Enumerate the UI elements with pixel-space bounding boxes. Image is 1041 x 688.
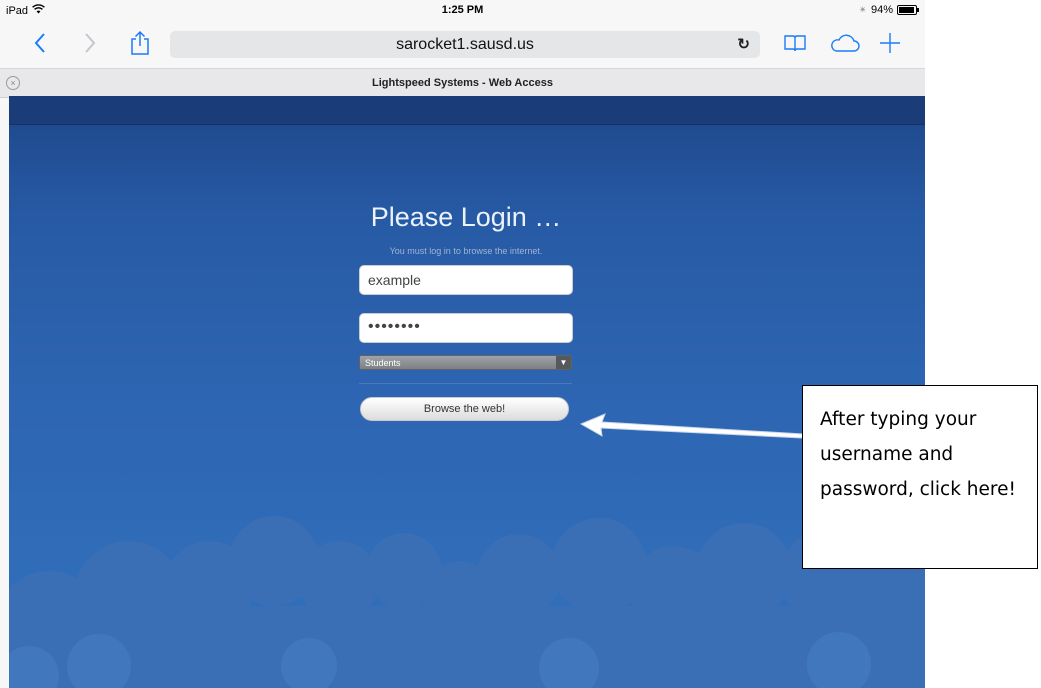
new-tab-icon <box>880 33 900 53</box>
back-icon <box>34 33 45 53</box>
url-text: sarocket1.sausd.us <box>396 36 534 53</box>
new-tab-button[interactable] <box>874 28 906 58</box>
browse-web-button[interactable]: Browse the web! <box>360 397 569 421</box>
dropdown-arrow-icon: ▼ <box>556 356 571 369</box>
form-divider <box>359 383 572 384</box>
login-form: Please Login … You must log in to browse… <box>358 200 574 421</box>
group-select-value: Students <box>365 358 401 368</box>
address-bar[interactable]: sarocket1.sausd.us ↻ <box>170 31 760 58</box>
bookmarks-button[interactable] <box>779 28 811 58</box>
forward-icon <box>85 33 96 53</box>
password-input[interactable]: •••••••• <box>359 313 573 343</box>
icloud-tabs-button[interactable] <box>827 28 863 58</box>
group-select[interactable]: Students ▼ <box>359 355 572 370</box>
instruction-callout: After typing your username and password,… <box>802 385 1038 569</box>
username-input[interactable]: example <box>359 265 573 295</box>
forward-button[interactable] <box>74 28 106 58</box>
share-button[interactable] <box>124 28 156 58</box>
tab-bar: × Lightspeed Systems - Web Access <box>0 68 925 98</box>
reload-icon[interactable]: ↻ <box>737 35 750 53</box>
page-header-band <box>9 96 925 125</box>
tab-title[interactable]: Lightspeed Systems - Web Access <box>0 77 925 89</box>
clock: 1:25 PM <box>441 4 484 16</box>
bluetooth-icon: ✴ <box>858 4 867 16</box>
web-content: Please Login … You must log in to browse… <box>9 96 925 688</box>
ipad-screen: iPad 1:25 PM ✴ 94% sarocket1.sausd.us ↻ <box>0 0 925 688</box>
battery-percent: 94% <box>870 4 893 16</box>
clouds-illustration <box>9 516 925 688</box>
login-heading: Please Login … <box>370 202 562 232</box>
bookmarks-icon <box>784 35 806 52</box>
status-bar: iPad 1:25 PM ✴ 94% <box>0 0 925 22</box>
arrow-annotation <box>579 413 804 439</box>
browser-toolbar: sarocket1.sausd.us ↻ <box>0 22 925 64</box>
back-button[interactable] <box>24 28 56 58</box>
battery-icon <box>897 5 919 15</box>
icloud-tabs-icon <box>831 34 860 52</box>
share-icon <box>131 30 149 55</box>
login-subtitle: You must log in to browse the internet. <box>389 246 543 256</box>
